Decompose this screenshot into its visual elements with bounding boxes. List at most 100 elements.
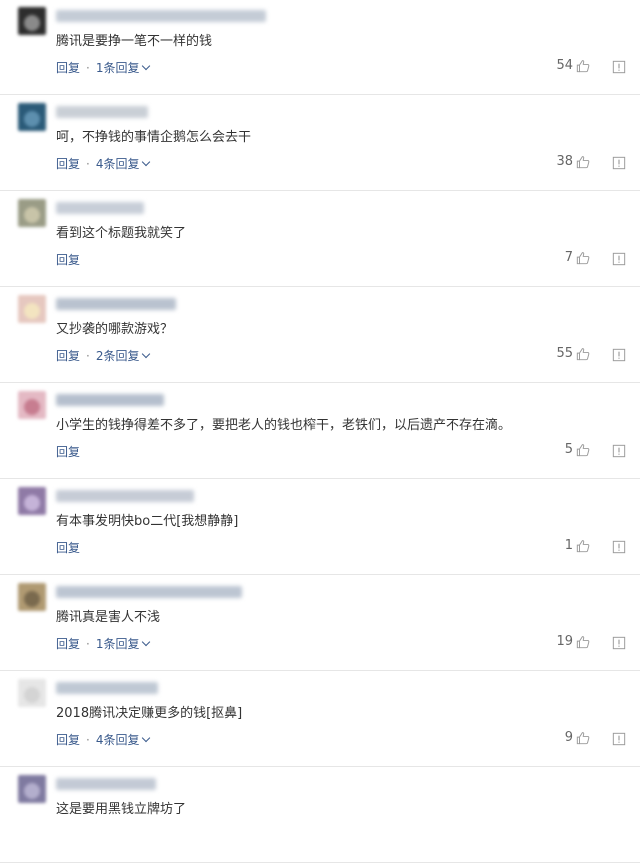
like-button[interactable]: 55 — [556, 346, 590, 362]
comment-actions: 回复 · 4条回复 — [56, 156, 151, 172]
like-button[interactable]: 19 — [556, 634, 590, 650]
avatar[interactable] — [18, 103, 46, 131]
report-icon[interactable] — [612, 635, 626, 650]
like-count: 19 — [556, 634, 573, 649]
like-button[interactable]: 5 — [565, 442, 590, 458]
comment-item: 腾讯是要挣一笔不一样的钱 回复 · 1条回复 54 — [0, 0, 640, 95]
comment-item: 2018腾讯决定赚更多的钱[抠鼻] 回复 · 4条回复 9 — [0, 671, 640, 767]
username[interactable] — [56, 394, 164, 406]
report-icon[interactable] — [612, 731, 626, 746]
reply-link[interactable]: 回复 — [56, 60, 80, 76]
reply-link[interactable]: 回复 — [56, 444, 80, 460]
report-icon[interactable] — [612, 251, 626, 266]
comment-actions: 回复 · 1条回复 — [56, 60, 151, 76]
comment-text: 看到这个标题我就笑了 — [56, 226, 187, 241]
comment-actions: 回复 — [56, 252, 80, 268]
separator: · — [86, 349, 90, 363]
comment-item: 看到这个标题我就笑了 回复 7 — [0, 191, 640, 287]
reply-link[interactable]: 回复 — [56, 732, 80, 748]
chevron-down-icon — [142, 157, 151, 167]
avatar[interactable] — [18, 199, 46, 227]
username[interactable] — [56, 202, 144, 214]
comment-item: 这是要用黑钱立牌坊了 — [0, 767, 640, 863]
like-count: 5 — [564, 442, 573, 457]
comment-text: 又抄袭的哪款游戏？ — [56, 322, 174, 337]
view-replies-label: 4条回复 — [95, 733, 140, 747]
like-button[interactable]: 54 — [556, 58, 590, 74]
thumbs-up-icon — [576, 347, 590, 361]
avatar[interactable] — [18, 679, 46, 707]
username[interactable] — [56, 10, 266, 22]
comment-text: 腾讯真是害人不浅 — [56, 610, 161, 625]
view-replies-link[interactable]: 4条回复 — [95, 156, 151, 172]
view-replies-link[interactable]: 1条回复 — [95, 636, 151, 652]
username[interactable] — [56, 586, 242, 598]
comment-text: 2018腾讯决定赚更多的钱[抠鼻] — [56, 706, 243, 721]
comment-item: 又抄袭的哪款游戏？ 回复 · 2条回复 55 — [0, 287, 640, 383]
view-replies-label: 4条回复 — [95, 157, 140, 171]
comment-item: 腾讯真是害人不浅 回复 · 1条回复 19 — [0, 575, 640, 671]
username[interactable] — [56, 106, 148, 118]
thumbs-up-icon — [576, 731, 590, 745]
reply-link[interactable]: 回复 — [56, 348, 80, 364]
comment-actions: 回复 · 2条回复 — [56, 348, 151, 364]
username[interactable] — [56, 490, 194, 502]
thumbs-up-icon — [576, 443, 590, 457]
separator: · — [86, 61, 90, 75]
view-replies-label: 1条回复 — [95, 61, 140, 75]
chevron-down-icon — [142, 733, 151, 743]
view-replies-label: 2条回复 — [95, 349, 140, 363]
username[interactable] — [56, 778, 156, 790]
reply-link[interactable]: 回复 — [56, 636, 80, 652]
comment-item: 呵，不挣钱的事情企鹅怎么会去干 回复 · 4条回复 38 — [0, 95, 640, 191]
comment-actions: 回复 · 4条回复 — [56, 732, 151, 748]
like-count: 1 — [564, 538, 573, 553]
avatar[interactable] — [18, 295, 46, 323]
comment-actions: 回复 — [56, 540, 80, 556]
comment-text: 呵，不挣钱的事情企鹅怎么会去干 — [56, 130, 252, 145]
chevron-down-icon — [142, 61, 151, 71]
reply-link[interactable]: 回复 — [56, 252, 80, 268]
avatar[interactable] — [18, 391, 46, 419]
reply-link[interactable]: 回复 — [56, 540, 80, 556]
report-icon[interactable] — [612, 539, 626, 554]
comment-text: 有本事发明快bo二代[我想静静] — [56, 514, 239, 529]
comment-text: 这是要用黑钱立牌坊了 — [56, 802, 187, 817]
thumbs-up-icon — [576, 155, 590, 169]
like-button[interactable]: 1 — [565, 538, 590, 554]
report-icon[interactable] — [612, 59, 626, 74]
avatar[interactable] — [18, 487, 46, 515]
comment-text: 小学生的钱挣得差不多了，要把老人的钱也榨干，老铁们，以后遗产不存在滴。 — [56, 418, 512, 433]
like-button[interactable]: 38 — [556, 154, 590, 170]
view-replies-label: 1条回复 — [95, 637, 140, 651]
separator: · — [86, 733, 90, 747]
comment-item: 小学生的钱挣得差不多了，要把老人的钱也榨干，老铁们，以后遗产不存在滴。 回复 5 — [0, 383, 640, 479]
thumbs-up-icon — [576, 59, 590, 73]
like-count: 9 — [564, 730, 573, 745]
comment-item: 有本事发明快bo二代[我想静静] 回复 1 — [0, 479, 640, 575]
comment-actions: 回复 · 1条回复 — [56, 636, 151, 652]
like-count: 38 — [556, 154, 573, 169]
thumbs-up-icon — [576, 635, 590, 649]
like-button[interactable]: 7 — [565, 250, 590, 266]
username[interactable] — [56, 298, 176, 310]
avatar[interactable] — [18, 7, 46, 35]
report-icon[interactable] — [612, 155, 626, 170]
like-count: 55 — [556, 346, 573, 361]
report-icon[interactable] — [612, 443, 626, 458]
avatar[interactable] — [18, 775, 46, 803]
like-count: 7 — [564, 250, 573, 265]
separator: · — [86, 637, 90, 651]
view-replies-link[interactable]: 4条回复 — [95, 732, 151, 748]
like-button[interactable]: 9 — [565, 730, 590, 746]
chevron-down-icon — [142, 637, 151, 647]
report-icon[interactable] — [612, 347, 626, 362]
view-replies-link[interactable]: 1条回复 — [95, 60, 151, 76]
avatar[interactable] — [18, 583, 46, 611]
reply-link[interactable]: 回复 — [56, 156, 80, 172]
username[interactable] — [56, 682, 158, 694]
separator: · — [86, 157, 90, 171]
like-count: 54 — [556, 58, 573, 73]
view-replies-link[interactable]: 2条回复 — [95, 348, 151, 364]
chevron-down-icon — [142, 349, 151, 359]
